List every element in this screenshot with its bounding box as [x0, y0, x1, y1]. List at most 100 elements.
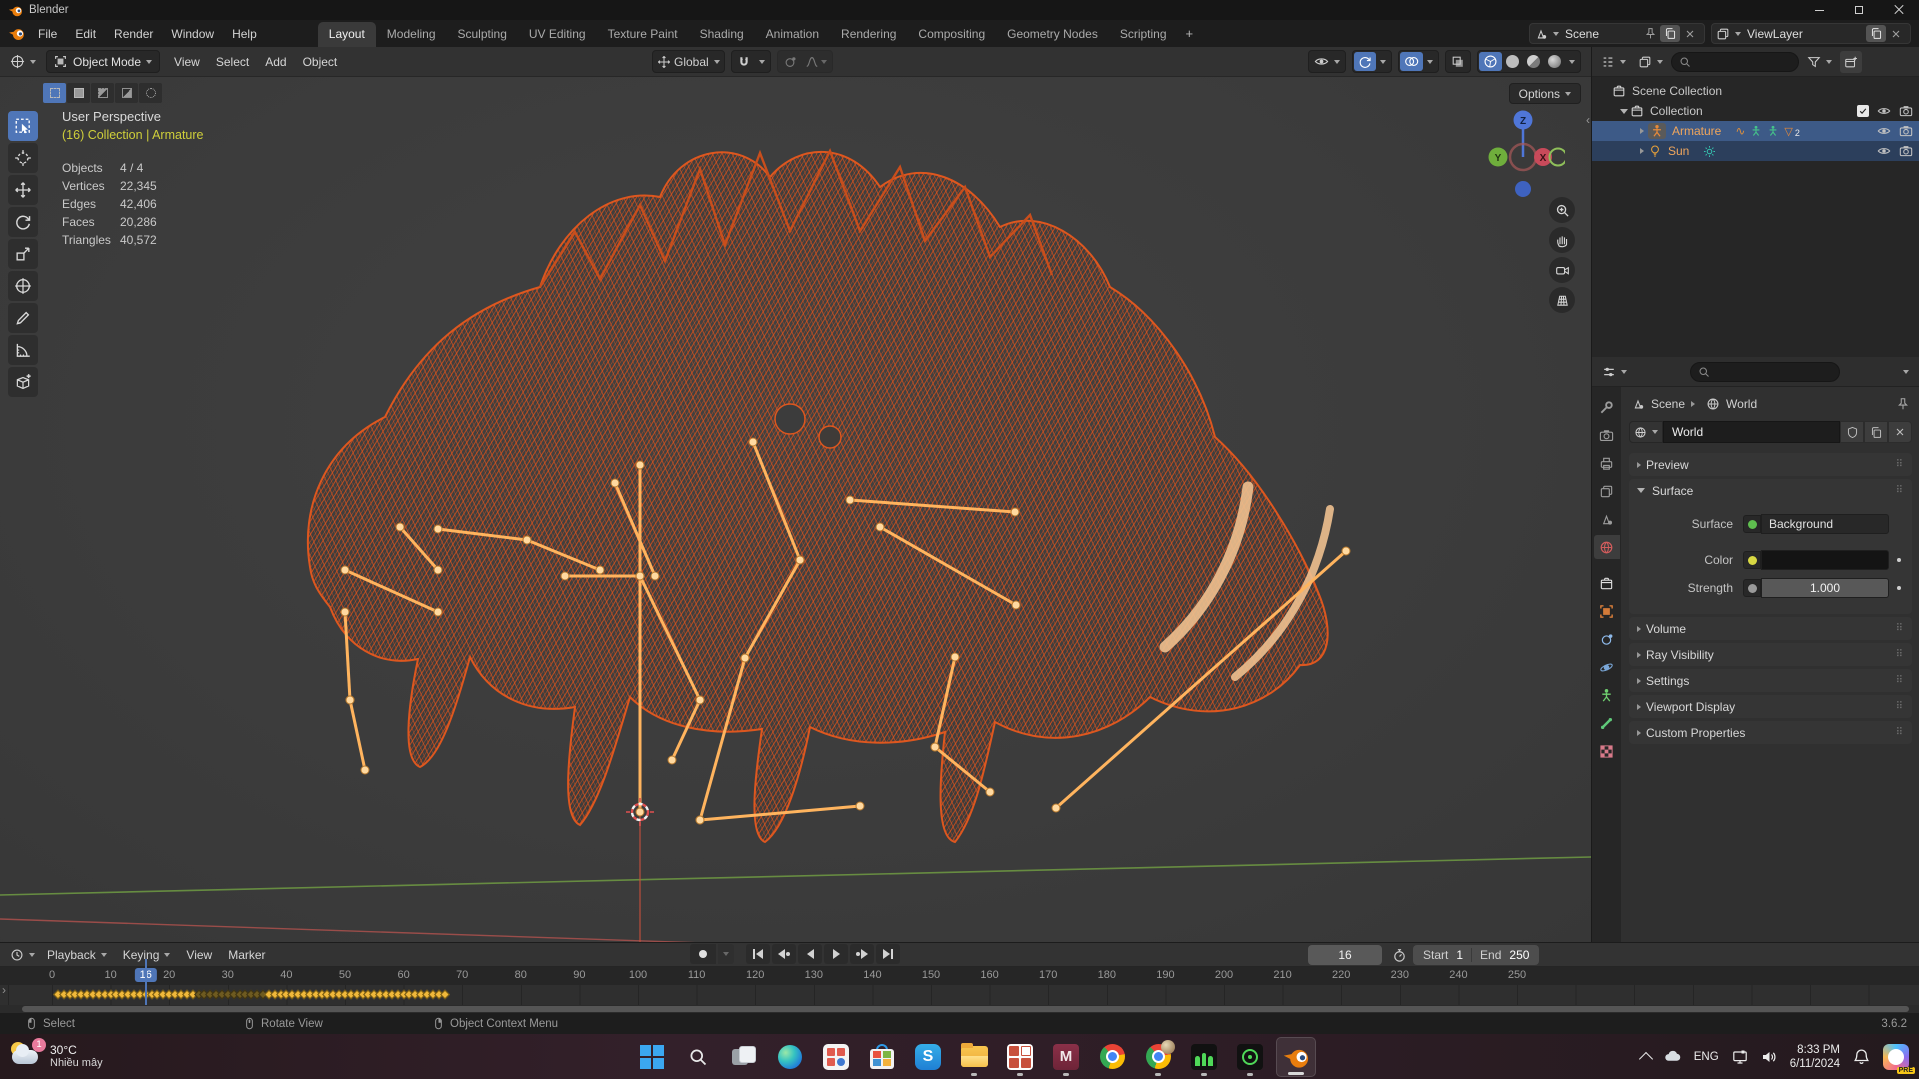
properties-tab-view-layer[interactable] [1594, 479, 1620, 503]
green-people-app-taskbar-icon[interactable] [1184, 1037, 1224, 1077]
new-collection-button[interactable] [1840, 50, 1862, 73]
weather-widget[interactable]: 1 30°C Nhiều mây [10, 1034, 103, 1079]
tab-texture-paint[interactable]: Texture Paint [597, 22, 689, 47]
properties-tab-world[interactable] [1593, 535, 1620, 559]
proportional-editing-toggle[interactable] [779, 52, 801, 71]
onedrive-icon[interactable] [1664, 1048, 1681, 1065]
cursor-tool[interactable] [8, 143, 38, 173]
jump-end-button[interactable] [876, 944, 900, 964]
annotate-tool[interactable] [8, 303, 38, 333]
green-target-app-taskbar-icon[interactable] [1230, 1037, 1270, 1077]
task-view-taskbar-icon[interactable] [724, 1037, 764, 1077]
outliner-display-mode-button[interactable] [1634, 51, 1667, 73]
strength-socket[interactable] [1743, 579, 1761, 597]
snipping-tool-taskbar-icon[interactable] [816, 1037, 856, 1077]
animate-strength-button[interactable] [1892, 578, 1906, 598]
playhead-line[interactable] [144, 959, 147, 1005]
eye-icon[interactable] [1877, 124, 1891, 138]
animate-color-button[interactable] [1892, 550, 1906, 570]
viewport-menu-add[interactable]: Add [257, 51, 294, 73]
notifications-bell-icon[interactable] [1853, 1048, 1870, 1065]
eye-icon[interactable] [1877, 144, 1891, 158]
rotate-tool[interactable] [8, 207, 38, 237]
xray-toggle[interactable] [1447, 52, 1469, 71]
outliner-row-scene-collection[interactable]: Scene Collection [1592, 81, 1919, 101]
store-taskbar-icon[interactable] [862, 1037, 902, 1077]
gizmos-dropdown[interactable] [1376, 52, 1390, 71]
timeline-menu-playback[interactable]: Playback [39, 945, 115, 965]
maximize-button[interactable] [1839, 0, 1879, 20]
blender-taskbar-icon[interactable] [1276, 1036, 1316, 1077]
world-browse-button[interactable] [1629, 421, 1663, 443]
camera-view-icon[interactable] [1549, 257, 1575, 283]
gizmo-z-neg-axis[interactable] [1515, 181, 1531, 197]
duplicate-datablock-button[interactable] [1864, 421, 1888, 443]
section-grip[interactable]: ⠿ [1896, 675, 1904, 686]
ortho-grid-icon[interactable] [1549, 287, 1575, 313]
clock[interactable]: 8:33 PM 6/11/2024 [1790, 1043, 1840, 1071]
section-grip[interactable]: ⠿ [1896, 727, 1904, 738]
overlays-dropdown[interactable] [1423, 52, 1437, 71]
menu-help[interactable]: Help [223, 23, 266, 45]
sidebar-collapse-arrow[interactable]: ‹ [1586, 113, 1590, 127]
viewport-menu-object[interactable]: Object [295, 51, 346, 73]
chrome-taskbar-icon[interactable] [1092, 1037, 1132, 1077]
shading-dropdown[interactable] [1565, 52, 1579, 71]
world-name-field[interactable]: World [1663, 421, 1840, 443]
select-mode-subtract[interactable] [91, 83, 114, 103]
outliner-row-collection[interactable]: Collection [1592, 101, 1919, 121]
skype-taskbar-icon[interactable]: S [908, 1037, 948, 1077]
menu-render[interactable]: Render [105, 23, 162, 45]
snap-toggle[interactable] [733, 52, 755, 71]
outliner-row-armature[interactable]: Armature ∿ ▽ 2 [1592, 121, 1919, 141]
shading-wireframe-button[interactable] [1479, 52, 1502, 71]
chrome-profile-taskbar-icon[interactable] [1138, 1037, 1178, 1077]
orientation-dropdown[interactable]: Global [652, 50, 725, 73]
mode-dropdown[interactable]: Object Mode [46, 50, 161, 73]
section-header-settings[interactable]: Settings ⠿ [1629, 669, 1912, 692]
next-key-button[interactable] [850, 944, 874, 964]
play-back-button[interactable] [798, 944, 822, 964]
blender-menu-icon[interactable] [8, 25, 25, 42]
timeline-editor-type-button[interactable] [6, 944, 39, 966]
hidden-icons-chevron[interactable] [1638, 1051, 1653, 1066]
disclosure-triangle[interactable] [1636, 128, 1648, 134]
section-header-preview[interactable]: Preview ⠿ [1629, 453, 1912, 476]
minimize-button[interactable] [1799, 0, 1839, 20]
jump-start-button[interactable] [746, 944, 770, 964]
tiles-app-taskbar-icon[interactable] [1000, 1037, 1040, 1077]
outliner-search-input[interactable] [1671, 51, 1799, 72]
tab-uv-editing[interactable]: UV Editing [518, 22, 597, 47]
delete-viewlayer-button[interactable] [1886, 25, 1906, 42]
color-socket[interactable] [1743, 551, 1761, 569]
prev-key-button[interactable] [772, 944, 796, 964]
properties-search-input[interactable] [1690, 361, 1840, 382]
section-grip[interactable]: ⠿ [1896, 701, 1904, 712]
play-button[interactable] [824, 944, 848, 964]
properties-tab-constraints[interactable] [1594, 627, 1620, 651]
snap-dropdown[interactable] [755, 52, 769, 71]
m-app-taskbar-icon[interactable]: M [1046, 1037, 1086, 1077]
select-mode-intersect[interactable] [139, 83, 162, 103]
add-cube-tool[interactable] [8, 367, 38, 397]
properties-tab-collection[interactable] [1594, 571, 1620, 595]
disclosure-triangle[interactable] [1618, 108, 1630, 114]
tab-layout[interactable]: Layout [317, 22, 376, 47]
properties-tab-physics[interactable] [1594, 655, 1620, 679]
timeline-menu-view[interactable]: View [178, 945, 220, 965]
auto-keying-toggle[interactable] [690, 944, 716, 964]
properties-tab-texture[interactable] [1594, 739, 1620, 763]
viewport-3d[interactable]: Object Mode View Select Add Object Global [0, 47, 1591, 942]
show-object-types-dropdown[interactable] [1310, 52, 1344, 71]
properties-tab-output[interactable] [1594, 451, 1620, 475]
section-grip[interactable]: ⠿ [1896, 485, 1904, 496]
properties-tab-bone[interactable] [1594, 711, 1620, 735]
color-swatch-field[interactable] [1761, 550, 1889, 570]
properties-filter-dropdown[interactable] [1899, 361, 1913, 383]
keying-set-dropdown[interactable] [718, 944, 734, 964]
camera-icon[interactable] [1899, 124, 1913, 138]
properties-editor-type-button[interactable] [1598, 361, 1631, 383]
search-taskbar-icon[interactable] [678, 1037, 718, 1077]
select-mode-invert[interactable] [115, 83, 138, 103]
viewport-menu-select[interactable]: Select [208, 51, 257, 73]
